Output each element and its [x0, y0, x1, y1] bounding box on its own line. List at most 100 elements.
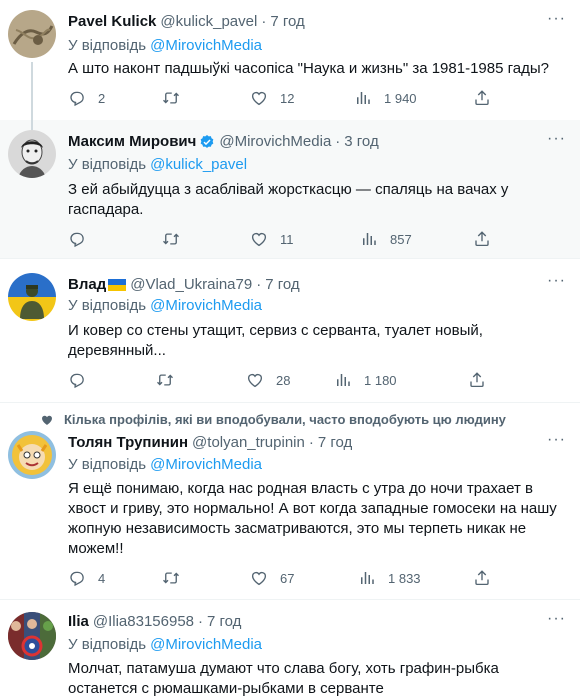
- tweet-actions: 11 857: [68, 230, 498, 250]
- tweet-tolyan-trupinin[interactable]: Кілька профілів, які ви вподобували, час…: [0, 403, 580, 599]
- reply-to-handle[interactable]: @MirovichMedia: [150, 456, 262, 473]
- more-options-icon[interactable]: ···: [547, 610, 566, 628]
- tweet-actions: 2 12 1 940: [68, 89, 498, 109]
- reply-to-handle[interactable]: @MirovichMedia: [150, 297, 262, 314]
- share-button[interactable]: [468, 371, 498, 389]
- reply-count: 4: [98, 570, 106, 586]
- reply-prefix: У відповідь: [68, 297, 147, 314]
- reply-button[interactable]: [68, 371, 108, 389]
- more-options-icon[interactable]: ···: [547, 10, 566, 28]
- more-options-icon[interactable]: ···: [547, 431, 566, 449]
- like-icon: [250, 230, 268, 248]
- reply-icon: [68, 89, 86, 107]
- author-handle[interactable]: @tolyan_trupinin: [192, 434, 305, 451]
- like-button[interactable]: 11: [250, 230, 294, 248]
- retweet-button[interactable]: [162, 569, 202, 587]
- like-icon: [246, 371, 264, 389]
- tweet-header: Pavel Kulick @kulick_pavel · 7 год: [68, 13, 305, 30]
- retweet-icon: [162, 230, 180, 248]
- tweet-actions: 28 1 180: [68, 371, 498, 391]
- reply-to-handle[interactable]: @MirovichMedia: [150, 636, 262, 653]
- reply-prefix: У відповідь: [68, 636, 147, 653]
- share-icon: [473, 569, 491, 587]
- reply-button[interactable]: [68, 230, 108, 248]
- retweet-button[interactable]: [156, 371, 196, 389]
- tweet-header: Максим Мирович @MirovichMedia · 3 год: [68, 133, 379, 150]
- author-name[interactable]: Максим Мирович: [68, 133, 196, 150]
- views-icon: [354, 89, 372, 107]
- ukraine-flag-icon: [108, 278, 127, 291]
- author-handle[interactable]: @Vlad_Ukraina79: [130, 276, 252, 293]
- tweet-ilia[interactable]: Ilia @Ilia83156958 · 7 год ··· У відпові…: [0, 600, 580, 700]
- view-count: 1 833: [388, 570, 421, 586]
- reply-to-handle[interactable]: @MirovichMedia: [150, 37, 262, 54]
- separator-dot: ·: [335, 133, 341, 150]
- like-button[interactable]: 28: [246, 371, 290, 389]
- avatar[interactable]: [8, 431, 56, 479]
- author-name[interactable]: Pavel Kulick: [68, 13, 156, 30]
- like-count: 67: [280, 570, 295, 586]
- reply-count: 2: [98, 90, 106, 106]
- replying-to: У відповідь @MirovichMedia: [68, 636, 262, 653]
- like-button[interactable]: 12: [250, 89, 294, 107]
- view-count: 857: [390, 231, 412, 247]
- author-handle[interactable]: @MirovichMedia: [219, 133, 331, 150]
- author-handle[interactable]: @Ilia83156958: [93, 613, 194, 630]
- reply-to-handle[interactable]: @kulick_pavel: [150, 156, 247, 173]
- social-context-text: Кілька профілів, які ви вподобували, час…: [64, 412, 506, 427]
- tweet-header: Толян Трупинин @tolyan_trupinin · 7 год: [68, 434, 352, 451]
- share-icon: [473, 89, 491, 107]
- reply-prefix: У відповідь: [68, 456, 147, 473]
- tweet-actions: 4 67 1 833: [68, 569, 498, 589]
- tweet-text: И ковер со стены утащит, сервиз с серван…: [68, 322, 483, 359]
- view-count: 1 180: [364, 372, 397, 388]
- retweet-button[interactable]: [162, 89, 202, 107]
- more-options-icon[interactable]: ···: [547, 130, 566, 148]
- tweet-vlad[interactable]: Влад @Vlad_Ukraina79 · 7 год ··· У відпо…: [0, 259, 580, 402]
- retweet-icon: [162, 569, 180, 587]
- avatar[interactable]: [8, 10, 56, 58]
- heart-icon: [40, 413, 54, 427]
- tweet-text: А што наконт падшыўкі часопіса "Наука и …: [68, 60, 549, 77]
- verified-badge-icon: [201, 134, 214, 148]
- timestamp[interactable]: 3 год: [344, 133, 378, 150]
- share-icon: [473, 230, 491, 248]
- views-button[interactable]: 1 833: [358, 569, 421, 587]
- replying-to: У відповідь @MirovichMedia: [68, 37, 262, 54]
- replying-to: У відповідь @MirovichMedia: [68, 456, 262, 473]
- timestamp[interactable]: 7 год: [265, 276, 299, 293]
- reply-icon: [68, 230, 86, 248]
- retweet-icon: [162, 89, 180, 107]
- more-options-icon[interactable]: ···: [547, 272, 566, 290]
- tweet-pavel-kulick[interactable]: Pavel Kulick @kulick_pavel · 7 год ··· У…: [0, 0, 580, 120]
- retweet-button[interactable]: [162, 230, 202, 248]
- share-icon: [468, 371, 486, 389]
- share-button[interactable]: [473, 89, 503, 107]
- timestamp[interactable]: 7 год: [270, 13, 304, 30]
- author-name[interactable]: Толян Трупинин: [68, 434, 188, 451]
- tweet-maksim-mirovich[interactable]: Максим Мирович @MirovichMedia · 3 год ··…: [0, 120, 580, 258]
- timestamp[interactable]: 7 год: [207, 613, 241, 630]
- reply-button[interactable]: 2: [68, 89, 108, 107]
- like-button[interactable]: 67: [250, 569, 294, 587]
- views-button[interactable]: 1 180: [334, 371, 397, 389]
- reply-button[interactable]: 4: [68, 569, 108, 587]
- timestamp[interactable]: 7 год: [318, 434, 352, 451]
- author-name[interactable]: Влад: [68, 276, 106, 293]
- author-handle[interactable]: @kulick_pavel: [160, 13, 257, 30]
- tweet-header: Ilia @Ilia83156958 · 7 год: [68, 613, 241, 630]
- reply-icon: [68, 569, 86, 587]
- replying-to: У відповідь @kulick_pavel: [68, 156, 247, 173]
- share-button[interactable]: [473, 569, 503, 587]
- views-button[interactable]: 1 940: [354, 89, 417, 107]
- avatar[interactable]: [8, 273, 56, 321]
- author-name[interactable]: Ilia: [68, 613, 89, 630]
- separator-dot: ·: [261, 13, 267, 30]
- reply-prefix: У відповідь: [68, 37, 147, 54]
- views-button[interactable]: 857: [360, 230, 412, 248]
- separator-dot: ·: [308, 434, 314, 451]
- avatar[interactable]: [8, 612, 56, 660]
- share-button[interactable]: [473, 230, 503, 248]
- avatar[interactable]: [8, 130, 56, 178]
- like-count: 12: [280, 90, 295, 106]
